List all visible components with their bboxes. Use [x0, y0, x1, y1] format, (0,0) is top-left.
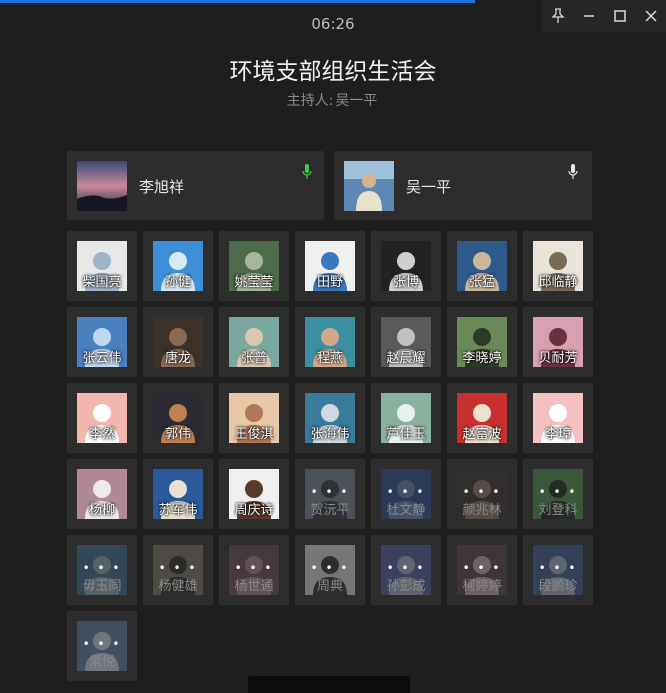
participant-tile[interactable]: • • • 柯婷婷	[447, 535, 517, 605]
participant-tile[interactable]: 赵富波	[447, 383, 517, 453]
participant-name: 张海伟	[310, 427, 350, 442]
participant-tile[interactable]: • • • 杜文静	[371, 459, 441, 529]
participant-tile[interactable]: • • • 颜兆林	[447, 459, 517, 529]
participant-name: 邱临静	[538, 275, 578, 290]
participant-tile[interactable]: 杨柳	[67, 459, 137, 529]
participant-tile[interactable]: 贝耐芳	[523, 307, 593, 377]
participant-tile[interactable]: 姚莹莹	[219, 231, 289, 301]
participant-tile[interactable]: 苏军伟	[143, 459, 213, 529]
connecting-indicator: • • •	[462, 561, 502, 575]
white-mic-icon	[568, 164, 578, 179]
participant-name: 周典	[316, 579, 343, 594]
connecting-indicator: • • •	[310, 485, 350, 499]
participant-name: 芦佳玉	[386, 427, 426, 442]
participant-tile[interactable]: 芦佳玉	[371, 383, 441, 453]
participant-tile[interactable]: • • • 周典	[295, 535, 365, 605]
participant-name: 孙彭成	[386, 579, 426, 594]
participant-tile[interactable]: • • • 孙彭成	[371, 535, 441, 605]
participant-name: 杨柳	[88, 503, 115, 518]
speaker-card[interactable]: 吴一平	[334, 151, 592, 220]
participant-name: 张博	[392, 275, 419, 290]
participant-tile[interactable]: 田野	[295, 231, 365, 301]
participant-name: 段鹏珍	[538, 579, 578, 594]
connecting-indicator: • • •	[158, 561, 198, 575]
meeting-title: 环境支部组织生活会	[229, 59, 437, 85]
connecting-indicator: • • •	[234, 561, 274, 575]
bottom-toolbar[interactable]	[248, 676, 410, 693]
participant-name: 杨世通	[234, 579, 274, 594]
participant-name: 周庆诗	[234, 503, 274, 518]
participant-tile[interactable]: 邱临静	[523, 231, 593, 301]
participant-name: 张普	[240, 351, 267, 366]
participant-tile[interactable]: 柴国亮	[67, 231, 137, 301]
host-name: 吴一平	[335, 93, 378, 109]
participant-name: 李璋	[544, 427, 571, 442]
participant-name: 柴国亮	[82, 275, 122, 290]
green-mic-icon	[302, 164, 312, 179]
participant-tile[interactable]: 赵晨耀	[371, 307, 441, 377]
connecting-indicator: • • •	[538, 561, 578, 575]
participant-tile[interactable]: • • • 贺沅平	[295, 459, 365, 529]
connecting-indicator: • • •	[82, 561, 122, 575]
participant-name: 唐龙	[164, 351, 191, 366]
host-label: 主持人:	[286, 93, 334, 109]
participant-tile[interactable]: • • • 常悦	[67, 611, 137, 681]
avatar	[77, 161, 127, 211]
connecting-indicator: • • •	[310, 561, 350, 575]
participant-tile[interactable]: 周庆诗	[219, 459, 289, 529]
participant-tile[interactable]: 李然	[67, 383, 137, 453]
connecting-indicator: • • •	[82, 637, 122, 651]
participant-name: 孙健	[164, 275, 191, 290]
participant-name: 田野	[316, 275, 343, 290]
participant-name: 贝耐芳	[538, 351, 578, 366]
speaker-card[interactable]: 李旭祥	[67, 151, 324, 220]
progress-bar	[0, 0, 475, 3]
participant-name: 颜兆林	[462, 503, 502, 518]
participant-tile[interactable]: 张普	[219, 307, 289, 377]
participant-name: 杜文静	[386, 503, 426, 518]
participant-name: 张猛	[468, 275, 495, 290]
participant-name: 姚莹莹	[234, 275, 274, 290]
participant-name: 赵富波	[462, 427, 502, 442]
participant-name: 毋玉同	[82, 579, 122, 594]
participant-tile[interactable]: 王俊淇	[219, 383, 289, 453]
participant-tile[interactable]: • • • 段鹏珍	[523, 535, 593, 605]
speaker-name: 李旭祥	[139, 178, 185, 196]
avatar	[344, 161, 394, 211]
participant-name: 柯婷婷	[462, 579, 502, 594]
participant-tile[interactable]: 唐龙	[143, 307, 213, 377]
participant-name: 李然	[88, 427, 115, 442]
participant-name: 常悦	[88, 655, 115, 670]
participant-tile[interactable]: 李晓婷	[447, 307, 517, 377]
participant-tile[interactable]: 张猛	[447, 231, 517, 301]
participant-tile[interactable]: 郭伟	[143, 383, 213, 453]
meeting-timer: 06:26	[311, 15, 355, 33]
participant-name: 李晓婷	[462, 351, 502, 366]
participant-name: 赵晨耀	[386, 351, 426, 366]
participant-tile[interactable]: • • • 刘登科	[523, 459, 593, 529]
participant-tile[interactable]: 孙健	[143, 231, 213, 301]
host-line: 主持人: 吴一平	[0, 90, 666, 110]
participant-tile[interactable]: • • • 杨世通	[219, 535, 289, 605]
participant-name: 刘登科	[538, 503, 578, 518]
participant-tile[interactable]: 李璋	[523, 383, 593, 453]
participant-name: 王俊淇	[234, 427, 274, 442]
participant-name: 贺沅平	[310, 503, 350, 518]
participant-tile[interactable]: 程燕	[295, 307, 365, 377]
participant-name: 程燕	[316, 351, 343, 366]
participant-name: 张云伟	[82, 351, 122, 366]
participant-tile[interactable]: • • • 杨健雄	[143, 535, 213, 605]
participant-name: 苏军伟	[158, 503, 198, 518]
connecting-indicator: • • •	[386, 561, 426, 575]
participant-tile[interactable]: • • • 毋玉同	[67, 535, 137, 605]
participant-tile[interactable]: 张云伟	[67, 307, 137, 377]
connecting-indicator: • • •	[386, 485, 426, 499]
participant-name: 杨健雄	[158, 579, 198, 594]
speaker-name: 吴一平	[406, 178, 452, 196]
participant-tile[interactable]: 张海伟	[295, 383, 365, 453]
participant-tile[interactable]: 张博	[371, 231, 441, 301]
connecting-indicator: • • •	[538, 485, 578, 499]
participant-name: 郭伟	[164, 427, 191, 442]
connecting-indicator: • • •	[462, 485, 502, 499]
